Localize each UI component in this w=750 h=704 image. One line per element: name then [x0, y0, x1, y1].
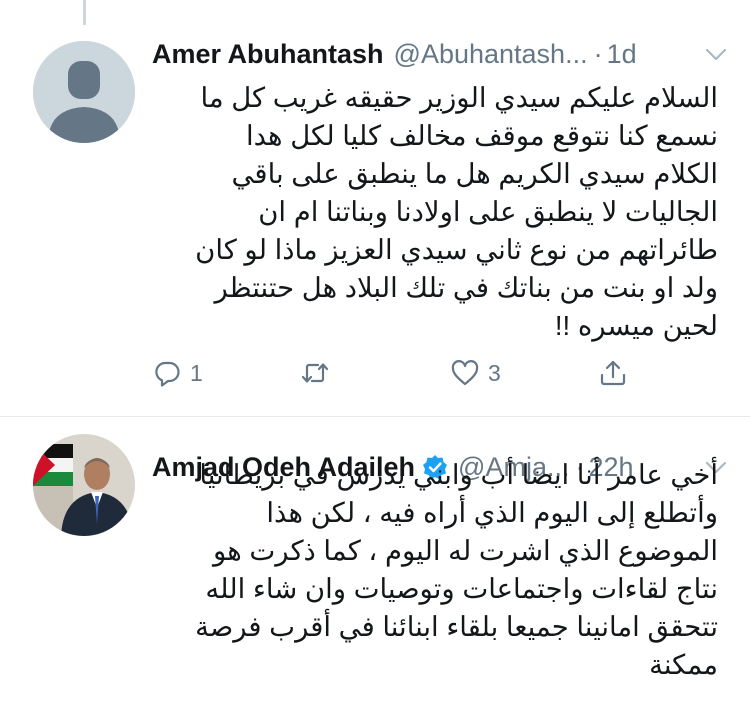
tweet-text: أخي عامر أنا ايضا أب وابني يدرس في بريطا…	[195, 459, 718, 680]
share-button[interactable]	[598, 358, 628, 388]
heart-icon	[451, 360, 479, 386]
tweet-text: السلام عليكم سيدي الوزير حقيقه غريب كل م…	[195, 82, 718, 341]
retweet-button[interactable]	[300, 358, 338, 388]
share-icon	[600, 360, 626, 386]
reply-button[interactable]: 1	[152, 358, 203, 388]
timestamp[interactable]: 1d	[607, 39, 637, 70]
tweet-header: Amer Abuhantash @Abuhantash... · 1d	[152, 34, 728, 74]
reply-count: 1	[190, 359, 203, 386]
profile-photo	[33, 434, 135, 536]
tweet-amer[interactable]: Amer Abuhantash @Abuhantash... · 1d السل…	[0, 0, 750, 417]
separator-dot: ·	[593, 38, 603, 69]
reply-icon	[155, 361, 180, 387]
display-name[interactable]: Amer Abuhantash	[152, 39, 384, 70]
retweet-icon	[301, 363, 329, 383]
default-avatar-icon[interactable]	[33, 41, 135, 143]
like-button[interactable]: 3	[450, 358, 501, 388]
tweet-actions: 1 3	[152, 358, 652, 394]
handle[interactable]: @Abuhantash...	[394, 39, 588, 70]
chevron-down-icon[interactable]	[704, 42, 728, 66]
like-count: 3	[488, 359, 501, 386]
avatar[interactable]	[33, 434, 135, 536]
